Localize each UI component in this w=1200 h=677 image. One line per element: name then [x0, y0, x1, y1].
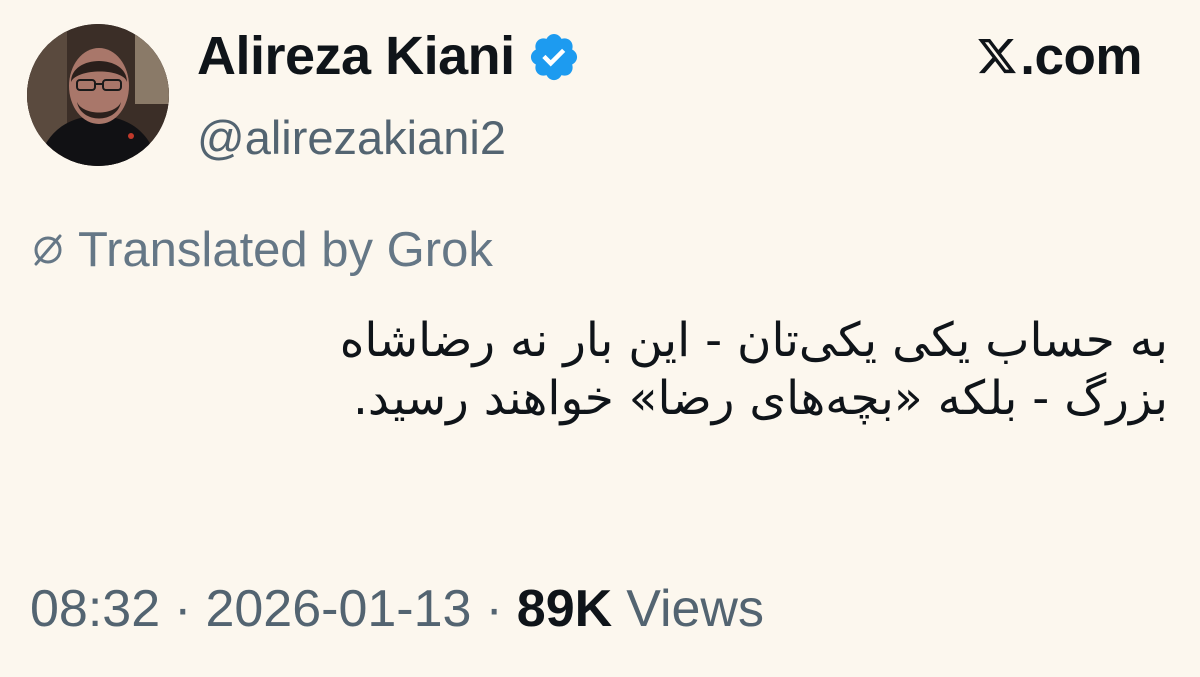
- brand-domain-text: .com: [1020, 26, 1142, 86]
- views-label: Views: [626, 580, 764, 638]
- tweet-text-line: به حساب یکی یکی‌تان - این بار نه رضاشاه: [339, 313, 1168, 368]
- tweet-date[interactable]: 2026-01-13: [205, 579, 471, 639]
- tweet-time[interactable]: 08:32: [30, 579, 160, 639]
- views-count: 89K: [516, 580, 613, 638]
- tweet-text-line: بزرگ - بلکه «بچه‌های رضا» خواهند رسید.: [352, 371, 1168, 426]
- author-display-name[interactable]: Alireza Kiani: [197, 24, 515, 88]
- translated-label: Translated by Grok: [78, 223, 493, 277]
- tweet-metadata: 08:32 · 2026-01-13 · 89K Views: [30, 576, 764, 642]
- author-handle[interactable]: @alirezakiani2: [197, 110, 506, 166]
- author-name-row[interactable]: Alireza Kiani: [197, 24, 581, 88]
- verified-badge-icon[interactable]: [527, 30, 581, 84]
- separator-dot: ·: [174, 580, 192, 638]
- translated-by-grok[interactable]: Translated by Grok: [30, 218, 493, 282]
- brand-domain: .com: [976, 24, 1142, 88]
- x-logo-icon: [976, 35, 1018, 77]
- avatar[interactable]: [27, 24, 169, 166]
- grok-slash-icon: [30, 232, 66, 268]
- tweet-text: به حساب یکی یکی‌تان - این بار نه رضاشاه …: [28, 312, 1168, 428]
- separator-dot: ·: [485, 580, 503, 638]
